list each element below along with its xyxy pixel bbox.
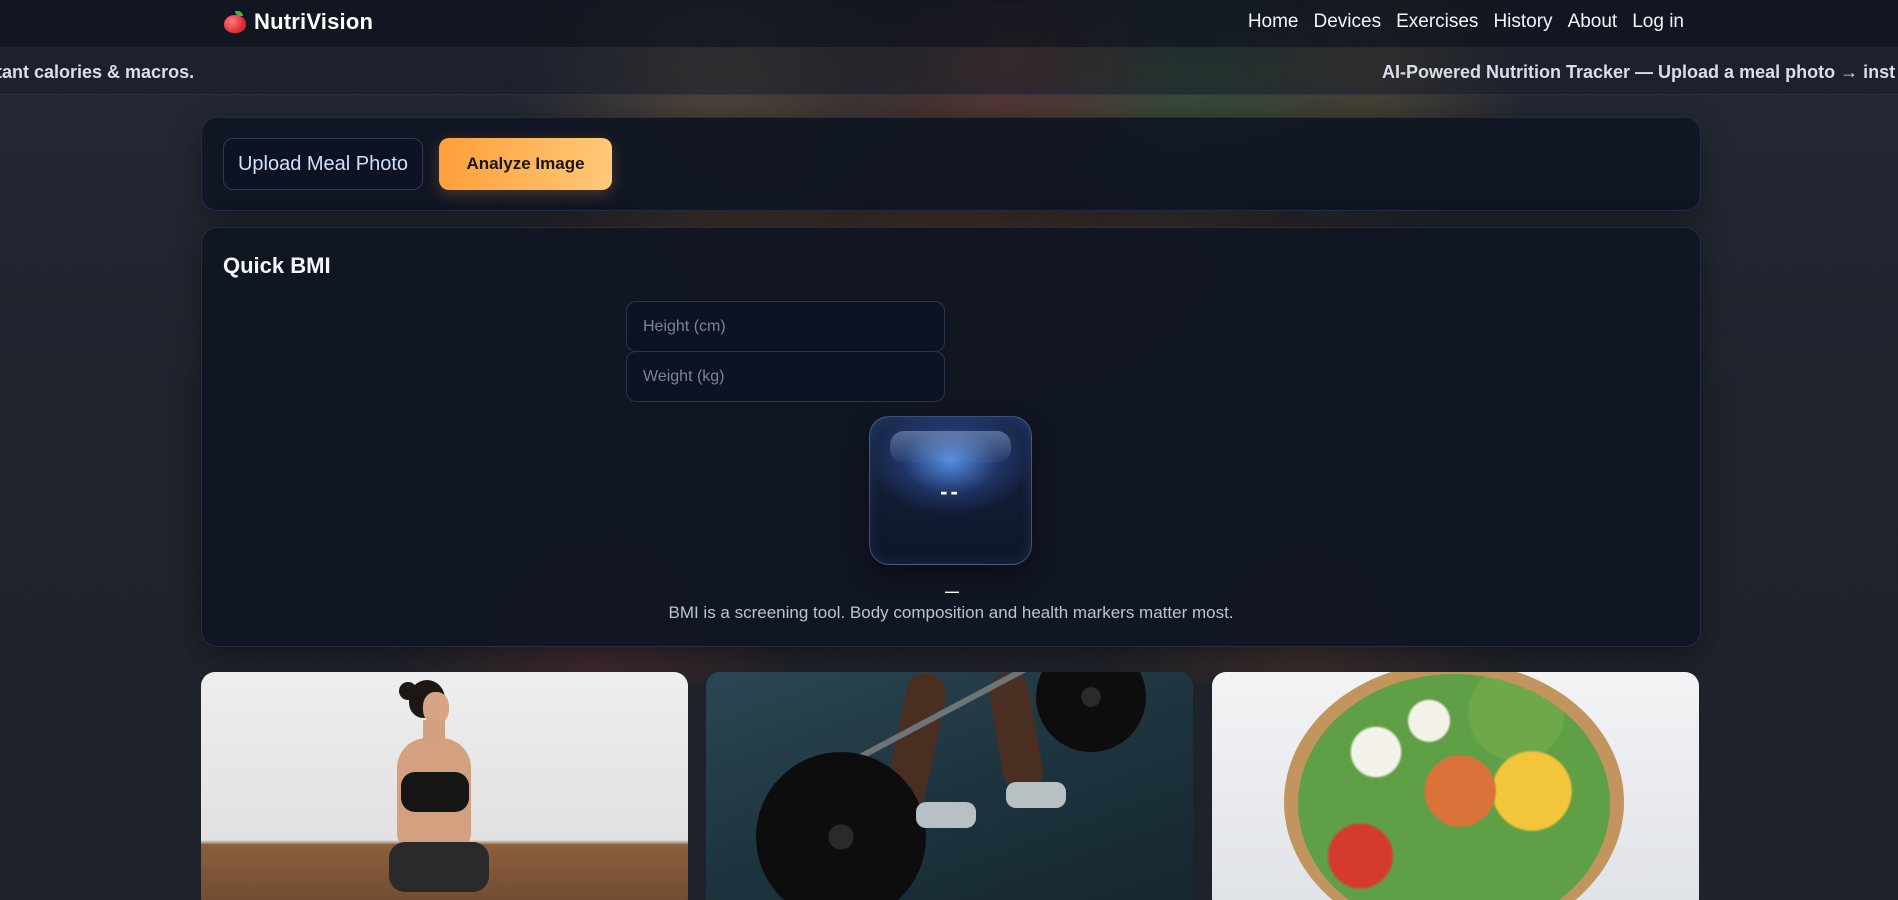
weight-input[interactable] xyxy=(626,351,945,402)
upload-meal-photo-button[interactable]: Upload Meal Photo xyxy=(223,138,423,190)
upload-panel: Upload Meal Photo Analyze Image xyxy=(201,117,1701,211)
ticker-text-left: tant calories & macros. xyxy=(0,62,195,82)
analyze-image-button[interactable]: Analyze Image xyxy=(439,138,612,190)
nav-links: Home Devices Exercises History About Log… xyxy=(1248,0,1684,44)
nav-exercises[interactable]: Exercises xyxy=(1396,11,1478,33)
bmi-value: -- xyxy=(940,479,961,504)
nav-about[interactable]: About xyxy=(1568,11,1618,33)
bmi-category: — xyxy=(945,583,959,599)
apple-icon xyxy=(224,11,246,33)
height-input[interactable] xyxy=(626,301,945,352)
nav-history[interactable]: History xyxy=(1493,11,1552,33)
display-gloss xyxy=(890,431,1011,463)
brand-name: NutriVision xyxy=(254,9,374,34)
nav-home[interactable]: Home xyxy=(1248,11,1299,33)
top-navbar: NutriVision Home Devices Exercises Histo… xyxy=(0,0,1898,48)
nav-devices[interactable]: Devices xyxy=(1314,11,1382,33)
salad-bowl-photo xyxy=(1212,672,1699,900)
bmi-title: Quick BMI xyxy=(223,253,331,278)
bmi-result-display: -- xyxy=(869,416,1032,565)
bmi-disclaimer: BMI is a screening tool. Body compositio… xyxy=(668,603,1234,622)
yoga-photo xyxy=(201,672,688,900)
quick-bmi-panel: Quick BMI -- — BMI is a screening tool. … xyxy=(201,227,1701,647)
marquee-ticker: tant calories & macros. AI-Powered Nutri… xyxy=(0,48,1898,95)
brand[interactable]: NutriVision xyxy=(224,9,373,35)
weightlifting-photo xyxy=(706,672,1193,900)
ticker-text-right: AI-Powered Nutrition Tracker — Upload a … xyxy=(1382,62,1896,82)
nav-login[interactable]: Log in xyxy=(1632,11,1684,33)
